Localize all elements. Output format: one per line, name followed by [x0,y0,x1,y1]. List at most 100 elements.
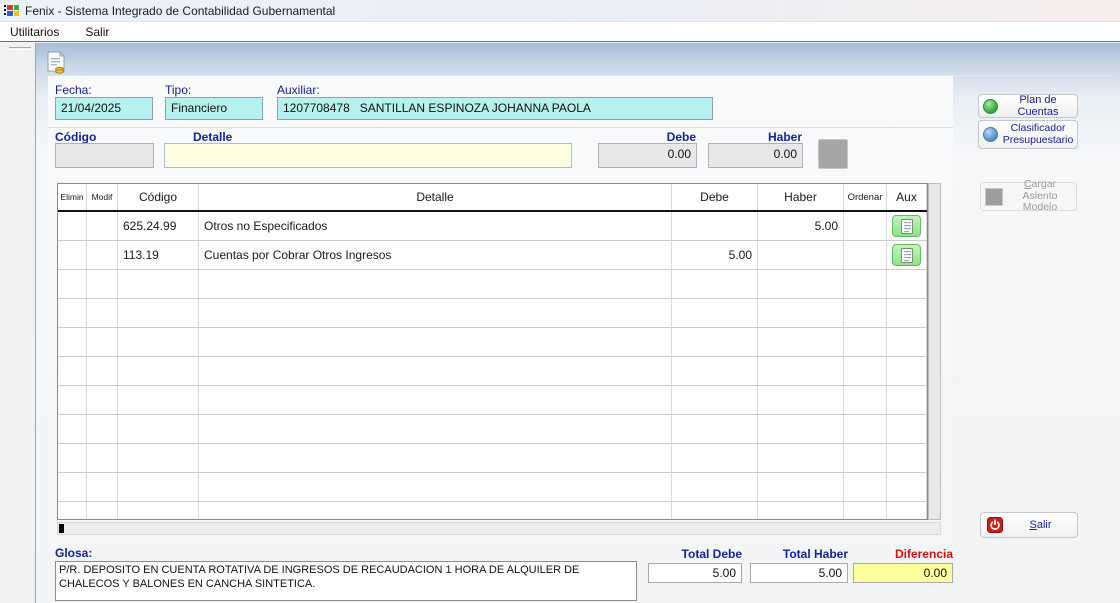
cell-aux [887,270,927,298]
cell-codigo [118,270,199,298]
cell-detalle: Otros no Especificados [199,212,672,240]
menu-utilitarios[interactable]: Utilitarios [8,24,61,40]
cell-codigo [118,328,199,356]
haber-label: Haber [708,130,802,144]
detalle-input[interactable] [164,143,572,168]
cell-ordenar [844,328,887,356]
cell-debe [672,444,758,472]
column-header-ordenar[interactable]: Ordenar [844,184,887,210]
cell-elimin [58,241,87,269]
column-header-aux[interactable]: Aux [887,184,927,210]
diferencia-label: Diferencia [853,547,953,561]
tipo-input[interactable]: Financiero [165,97,263,120]
total-haber-field: 5.00 [750,563,848,583]
fecha-input[interactable]: 21/04/2025 [55,97,153,120]
cell-aux [887,502,927,520]
cell-modif [87,386,118,414]
cell-debe [672,328,758,356]
cell-elimin [58,415,87,443]
table-row[interactable]: 113.19Cuentas por Cobrar Otros Ingresos5… [58,241,927,270]
aux-button[interactable] [892,244,921,266]
left-panel [0,43,36,603]
column-header-detalle[interactable]: Detalle [199,184,672,210]
cell-detalle [199,386,672,414]
panel-grip[interactable] [9,47,31,50]
cell-debe: 5.00 [672,241,758,269]
table-row [58,386,927,415]
glosa-textarea[interactable]: P/R. DEPOSITO EN CUENTA ROTATIVA DE INGR… [55,561,637,601]
cell-aux [887,415,927,443]
cargar-asiento-modelo-button: Cargar Asiento Modelo [980,182,1077,211]
cell-aux [887,328,927,356]
cell-haber [758,270,844,298]
cell-modif [87,357,118,385]
cell-ordenar [844,473,887,501]
table-row [58,444,927,473]
auxiliar-label: Auxiliar: [277,83,320,97]
table-row [58,270,927,299]
column-header-haber[interactable]: Haber [758,184,844,210]
cell-detalle [199,328,672,356]
separator [48,75,1114,76]
cell-elimin [58,212,87,240]
cell-debe [672,415,758,443]
cell-modif [87,241,118,269]
cell-haber [758,415,844,443]
table-row [58,357,927,386]
cell-elimin [58,473,87,501]
cell-haber [758,328,844,356]
column-header-elimin[interactable]: Elimin [58,184,87,210]
cell-elimin [58,270,87,298]
cell-aux [887,473,927,501]
document-coins-icon[interactable] [45,51,67,80]
add-entry-button[interactable] [818,139,848,169]
column-header-debe[interactable]: Debe [672,184,758,210]
scrollbar-thumb[interactable] [59,524,64,533]
application-window: Fenix - Sistema Integrado de Contabilida… [0,0,1120,603]
cell-aux [887,241,927,269]
cell-ordenar [844,386,887,414]
column-header-codigo[interactable]: Código [118,184,199,210]
aux-button[interactable] [892,215,921,237]
notepad-icon [901,248,913,263]
grid-body: 625.24.99Otros no Especificados5.00113.1… [58,212,927,520]
cell-elimin [58,328,87,356]
cell-haber [758,299,844,327]
blue-sphere-icon [983,127,998,142]
cell-debe [672,212,758,240]
cell-modif [87,415,118,443]
table-row[interactable]: 625.24.99Otros no Especificados5.00 [58,212,927,241]
table-row [58,299,927,328]
cell-ordenar [844,299,887,327]
codigo-input[interactable] [55,143,154,168]
plan-de-cuentas-button[interactable]: Plan de Cuentas [978,94,1078,118]
column-header-modif[interactable]: Modif [87,184,118,210]
cell-detalle [199,270,672,298]
horizontal-scrollbar[interactable] [57,522,941,535]
total-debe-field: 5.00 [648,563,742,583]
cell-ordenar [844,241,887,269]
total-haber-label: Total Haber [750,547,848,561]
cell-detalle [199,444,672,472]
cell-detalle [199,415,672,443]
salir-button[interactable]: Salir [980,512,1078,538]
clasificador-label: Clasificador Presupuestario [1003,123,1074,146]
clasificador-presupuestario-button[interactable]: Clasificador Presupuestario [978,120,1078,149]
notepad-icon [901,219,913,234]
cell-elimin [58,299,87,327]
cell-ordenar [844,444,887,472]
debe-input[interactable]: 0.00 [598,143,697,168]
vertical-scrollbar[interactable] [928,183,941,520]
cell-ordenar [844,415,887,443]
cell-modif [87,473,118,501]
auxiliar-input[interactable]: 1207708478 SANTILLAN ESPINOZA JOHANNA PA… [277,97,713,120]
cell-haber [758,357,844,385]
cell-ordenar [844,212,887,240]
cell-codigo [118,357,199,385]
menu-salir[interactable]: Salir [83,24,111,40]
haber-input[interactable]: 0.00 [708,143,803,168]
cell-modif [87,212,118,240]
cell-haber [758,241,844,269]
cell-elimin [58,386,87,414]
table-row [58,502,927,520]
